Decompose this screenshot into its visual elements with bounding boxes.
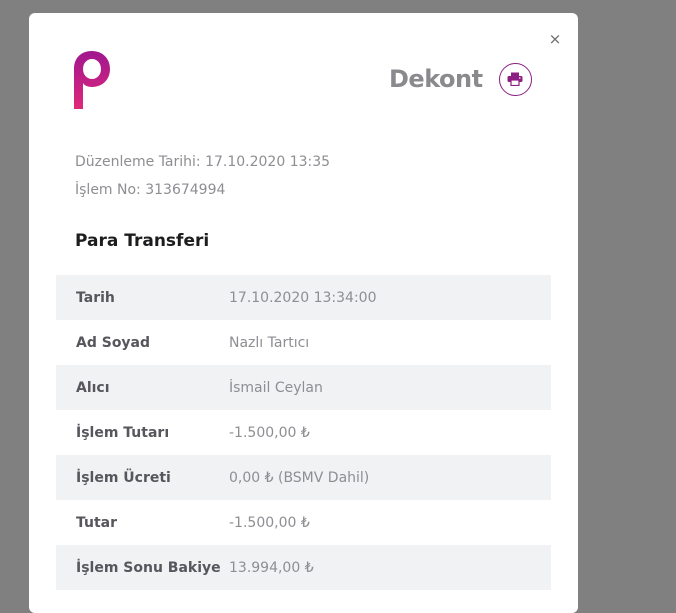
row-value: Nazlı Tartıcı (229, 334, 310, 351)
receipt-modal: × Dekont Düzenleme Tarihi: 17.10.2020 13… (29, 13, 578, 613)
row-value: 0,00 ₺ (BSMV Dahil) (229, 469, 370, 486)
page-title: Dekont (389, 65, 483, 93)
row-label: Ad Soyad (76, 334, 151, 351)
row-value: -1.500,00 ₺ (229, 514, 310, 531)
table-row: İşlem Sonu Bakiye 13.994,00 ₺ (56, 545, 551, 590)
row-value: 13.994,00 ₺ (229, 559, 314, 576)
row-label: Alıcı (76, 379, 110, 396)
row-label: Tarih (76, 289, 115, 306)
table-row: İşlem Ücreti 0,00 ₺ (BSMV Dahil) (56, 455, 551, 500)
row-label: İşlem Sonu Bakiye (76, 559, 221, 576)
table-row: İşlem Tutarı -1.500,00 ₺ (56, 410, 551, 455)
row-value: 17.10.2020 13:34:00 (229, 289, 377, 306)
table-row: Alıcı İsmail Ceylan (56, 365, 551, 410)
row-label: İşlem Ücreti (76, 469, 171, 486)
section-title: Para Transferi (75, 231, 210, 251)
row-value: -1.500,00 ₺ (229, 424, 310, 441)
table-row: Tutar -1.500,00 ₺ (56, 500, 551, 545)
transaction-number: İşlem No: 313674994 (75, 182, 226, 198)
row-label: İşlem Tutarı (76, 424, 170, 441)
papara-logo (74, 51, 110, 109)
table-row: Ad Soyad Nazlı Tartıcı (56, 320, 551, 365)
print-button[interactable] (498, 62, 532, 96)
close-icon[interactable]: × (547, 30, 563, 48)
receipt-meta: Düzenleme Tarihi: 17.10.2020 13:35 İşlem… (75, 148, 330, 204)
print-icon (507, 72, 523, 86)
details-table: Tarih 17.10.2020 13:34:00 Ad Soyad Nazlı… (56, 275, 551, 590)
header: Dekont (389, 59, 532, 99)
row-value: İsmail Ceylan (229, 379, 323, 396)
table-row: Tarih 17.10.2020 13:34:00 (56, 275, 551, 320)
row-label: Tutar (76, 514, 118, 531)
issue-date: Düzenleme Tarihi: 17.10.2020 13:35 (75, 154, 331, 170)
